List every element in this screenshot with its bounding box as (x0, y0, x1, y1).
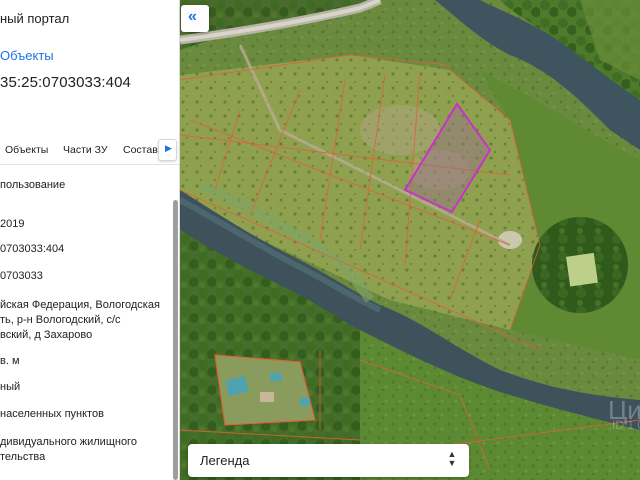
legend-label: Легенда (200, 453, 250, 468)
property-address-line-1: йская Федерация, Вологодская (0, 299, 160, 311)
property-year: 2019 (0, 218, 25, 230)
property-quarter: 0703033 (0, 270, 43, 282)
property-category: населенных пунктов (0, 408, 104, 420)
property-use-line-1: дивидуального жилищного (0, 436, 137, 448)
property-area-unit: в. м (0, 355, 20, 367)
tab-parts[interactable]: Части ЗУ (63, 144, 108, 156)
property-cad-number: 0703033:404 (0, 243, 65, 255)
chevron-right-icon: ▶ (165, 143, 172, 153)
tab-objects[interactable]: Объекты (5, 144, 48, 156)
portal-title: ный портал (0, 11, 70, 26)
divider (0, 164, 179, 165)
objects-link[interactable]: Объекты (0, 48, 54, 63)
satellite-map[interactable]: Циан ID 1 0 1 9 (180, 0, 640, 480)
property-usage: пользование (0, 179, 66, 191)
property-address-line-3: вский, д Захарово (0, 329, 93, 341)
collapse-panel-button[interactable]: « (181, 5, 209, 32)
cadastral-number: 35:25:0703033:404 (0, 74, 131, 91)
info-panel: ный портал Объекты 35:25:0703033:404 Объ… (0, 0, 180, 480)
watermark-id: ID 1 0 1 9 (612, 418, 640, 432)
tabs-scroll-button[interactable]: ▶ (158, 139, 177, 161)
property-use-line-2: тельства (0, 451, 46, 463)
tab-composition[interactable]: Состав (123, 144, 158, 156)
tab-bar: Объекты Части ЗУ Состав ▶ (0, 139, 179, 163)
map-imagery (180, 0, 640, 480)
scrollbar-thumb[interactable] (173, 200, 178, 480)
property-status: ный (0, 381, 21, 393)
up-down-caret-icon: ▲ ▼ (447, 449, 457, 468)
property-address-line-2: ть, р-н Вологодский, с/с (0, 314, 121, 326)
double-chevron-left-icon: « (188, 8, 197, 25)
legend-dropdown[interactable]: Легенда ▲ ▼ (188, 444, 469, 477)
